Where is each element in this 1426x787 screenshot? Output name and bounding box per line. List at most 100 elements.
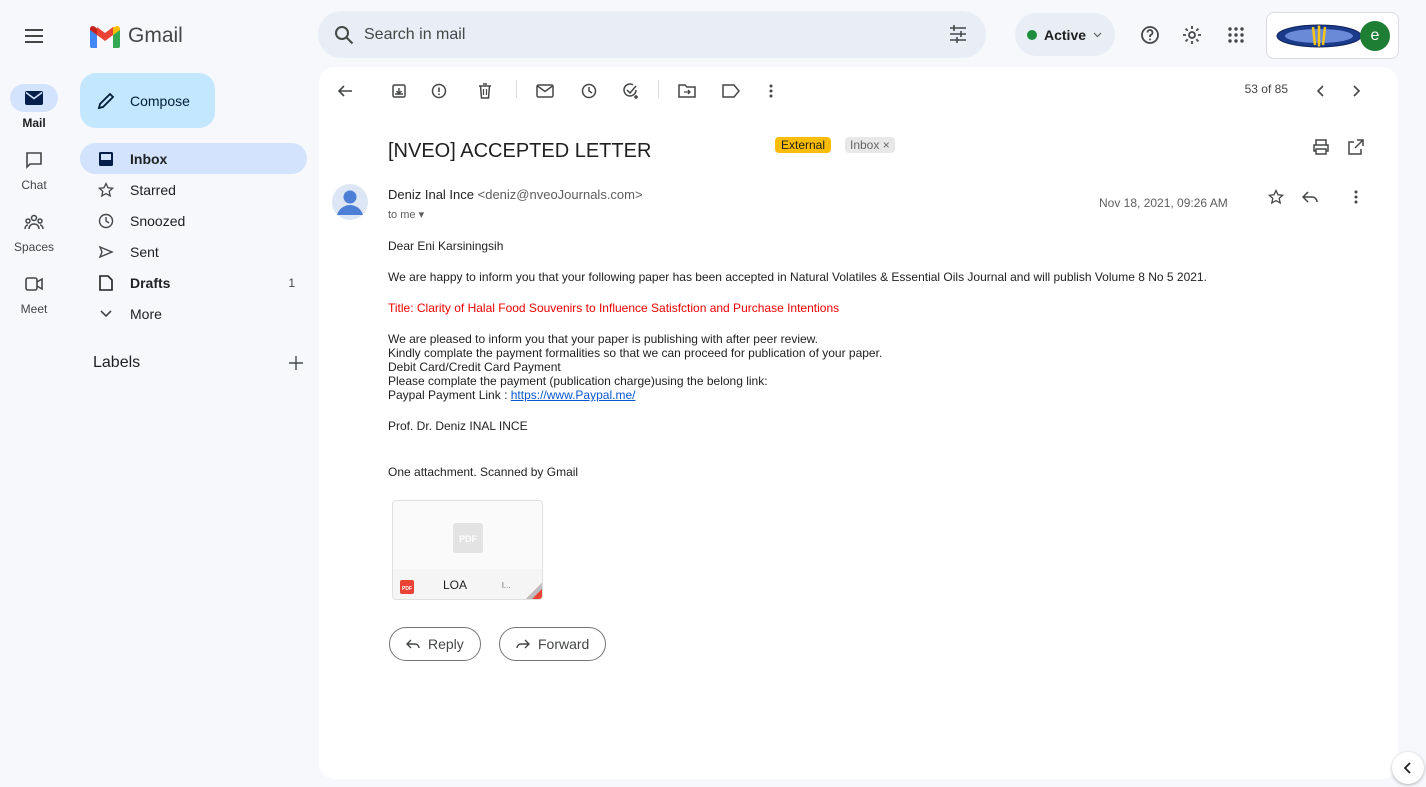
search-input[interactable] (364, 25, 924, 44)
page-corner-icon (526, 583, 542, 599)
pdf-badge-icon: PDF (400, 580, 414, 594)
sender-avatar (332, 184, 368, 220)
settings-gear-icon[interactable] (1180, 23, 1204, 47)
plus-icon[interactable] (289, 356, 303, 370)
nav-item-drafts[interactable]: Drafts 1 (80, 267, 307, 298)
recipients-toggle[interactable]: to me ▾ (388, 208, 424, 221)
more-vert-icon[interactable] (759, 79, 783, 103)
recipients-label: to me (388, 209, 416, 221)
snooze-clock-icon[interactable] (577, 79, 601, 103)
search-options-icon[interactable] (948, 23, 968, 45)
nav-count-drafts: 1 (288, 275, 295, 290)
nav-label-starred: Starred (130, 181, 176, 198)
trash-icon[interactable] (473, 79, 497, 103)
email-signature: Prof. Dr. Deniz INAL INCE (388, 419, 528, 433)
help-icon[interactable] (1138, 23, 1162, 47)
rail-label-spaces: Spaces (13, 240, 55, 254)
labels-header: Labels (93, 354, 303, 372)
account-switcher[interactable]: e (1266, 12, 1399, 59)
pagination-label: 53 of 85 (1244, 82, 1288, 96)
email-line: We are pleased to inform you that your p… (388, 332, 819, 346)
inbox-label-chip[interactable]: Inbox × (845, 137, 895, 153)
rail-item-spaces[interactable]: Spaces (0, 208, 68, 254)
label-tag-icon[interactable] (719, 79, 743, 103)
email-greeting: Dear Eni Karsiningsih (388, 239, 504, 253)
forward-button[interactable]: Forward (499, 627, 607, 661)
spaces-icon (24, 214, 44, 230)
forward-label: Forward (538, 636, 590, 652)
paypal-line: Paypal Payment Link : https://www.Paypal… (388, 388, 1378, 402)
attachment-note: One attachment. Scanned by Gmail (388, 465, 579, 479)
nav-label-inbox: Inbox (130, 150, 168, 167)
send-icon (98, 245, 114, 258)
apps-grid-icon[interactable] (1224, 23, 1248, 47)
nav-item-inbox[interactable]: Inbox (80, 143, 307, 174)
rail-label-chat: Chat (21, 178, 47, 192)
open-new-window-icon[interactable] (1344, 135, 1368, 159)
star-icon[interactable] (1264, 185, 1288, 209)
status-selector[interactable]: Active (1015, 13, 1115, 56)
print-icon[interactable] (1309, 135, 1333, 159)
nav-item-snoozed[interactable]: Snoozed (80, 205, 307, 236)
compose-button[interactable]: Compose (80, 73, 215, 128)
main-menu-icon[interactable] (22, 24, 46, 48)
reply-button[interactable]: Reply (389, 627, 481, 661)
pencil-icon (97, 92, 115, 109)
rail-label-meet: Meet (20, 302, 48, 316)
email-date: Nov 18, 2021, 09:26 AM (1099, 196, 1228, 210)
archive-icon[interactable] (387, 79, 411, 103)
folder-nav: Inbox Starred Snoozed Sent Drafts 1 More (80, 143, 307, 329)
report-spam-icon[interactable] (427, 79, 451, 103)
back-arrow-icon[interactable] (333, 79, 357, 103)
nav-label-more: More (130, 305, 162, 322)
paper-title: Title: Clarity of Halal Food Souvenirs t… (388, 301, 840, 315)
avatar: e (1360, 21, 1390, 51)
svg-text:PDF: PDF (402, 586, 412, 592)
star-icon (98, 181, 114, 197)
rail-item-mail[interactable]: Mail (0, 84, 68, 130)
gmail-m-icon (90, 25, 120, 48)
email-line: Debit Card/Credit Card Payment (388, 360, 561, 374)
email-subject: [NVEO] ACCEPTED LETTER (388, 140, 652, 162)
search-icon[interactable] (334, 25, 354, 45)
chevron-left-icon[interactable] (1309, 79, 1333, 103)
message-more-vert-icon[interactable] (1344, 185, 1368, 209)
email-paragraph: We are happy to inform you that your fol… (388, 270, 1207, 284)
nav-item-more[interactable]: More (80, 298, 307, 329)
reply-arrow-icon[interactable] (1298, 185, 1322, 209)
mark-unread-icon[interactable] (533, 79, 557, 103)
compose-label: Compose (130, 92, 190, 109)
labels-title: Labels (93, 354, 141, 371)
add-task-icon[interactable] (619, 79, 643, 103)
toolbar-divider (516, 80, 517, 98)
chevron-down-icon (1093, 32, 1102, 37)
mail-icon (25, 91, 43, 105)
paypal-link[interactable]: https://www.Paypal.me/ (511, 388, 636, 402)
clock-icon (98, 213, 114, 228)
chat-icon (26, 152, 42, 169)
gmail-logo[interactable]: Gmail (90, 24, 183, 48)
message-panel: 53 of 85 [NVEO] ACCEPTED LETTER External… (319, 67, 1398, 779)
rail-item-chat[interactable]: Chat (0, 146, 68, 192)
reply-icon (406, 639, 420, 648)
email-line: Please complate the payment (publication… (388, 374, 768, 388)
sender-line: Deniz Inal Ince <deniz@nveoJournals.com> (388, 187, 643, 202)
nav-label-drafts: Drafts (130, 274, 171, 291)
meet-icon (25, 277, 43, 291)
chevron-right-icon[interactable] (1344, 79, 1368, 103)
move-to-icon[interactable] (675, 79, 699, 103)
move-to-folder-icon[interactable] (650, 79, 674, 103)
nav-label-sent: Sent (130, 243, 159, 260)
inbox-icon (99, 151, 113, 166)
nav-item-sent[interactable]: Sent (80, 236, 307, 267)
chevron-down-icon (100, 309, 112, 317)
email-body: Dear Eni Karsiningsih We are happy to in… (388, 239, 1378, 433)
nav-label-snoozed: Snoozed (130, 212, 186, 229)
nav-item-starred[interactable]: Starred (80, 174, 307, 205)
attachment-name-truncated: l... (502, 581, 511, 590)
side-panel-toggle[interactable] (1392, 752, 1424, 784)
attachment-preview: PDF (393, 501, 542, 569)
attachment-card[interactable]: PDF PDF LOA l... (392, 500, 543, 600)
rail-item-meet[interactable]: Meet (0, 270, 68, 316)
attachment-name: LOA (443, 578, 468, 592)
